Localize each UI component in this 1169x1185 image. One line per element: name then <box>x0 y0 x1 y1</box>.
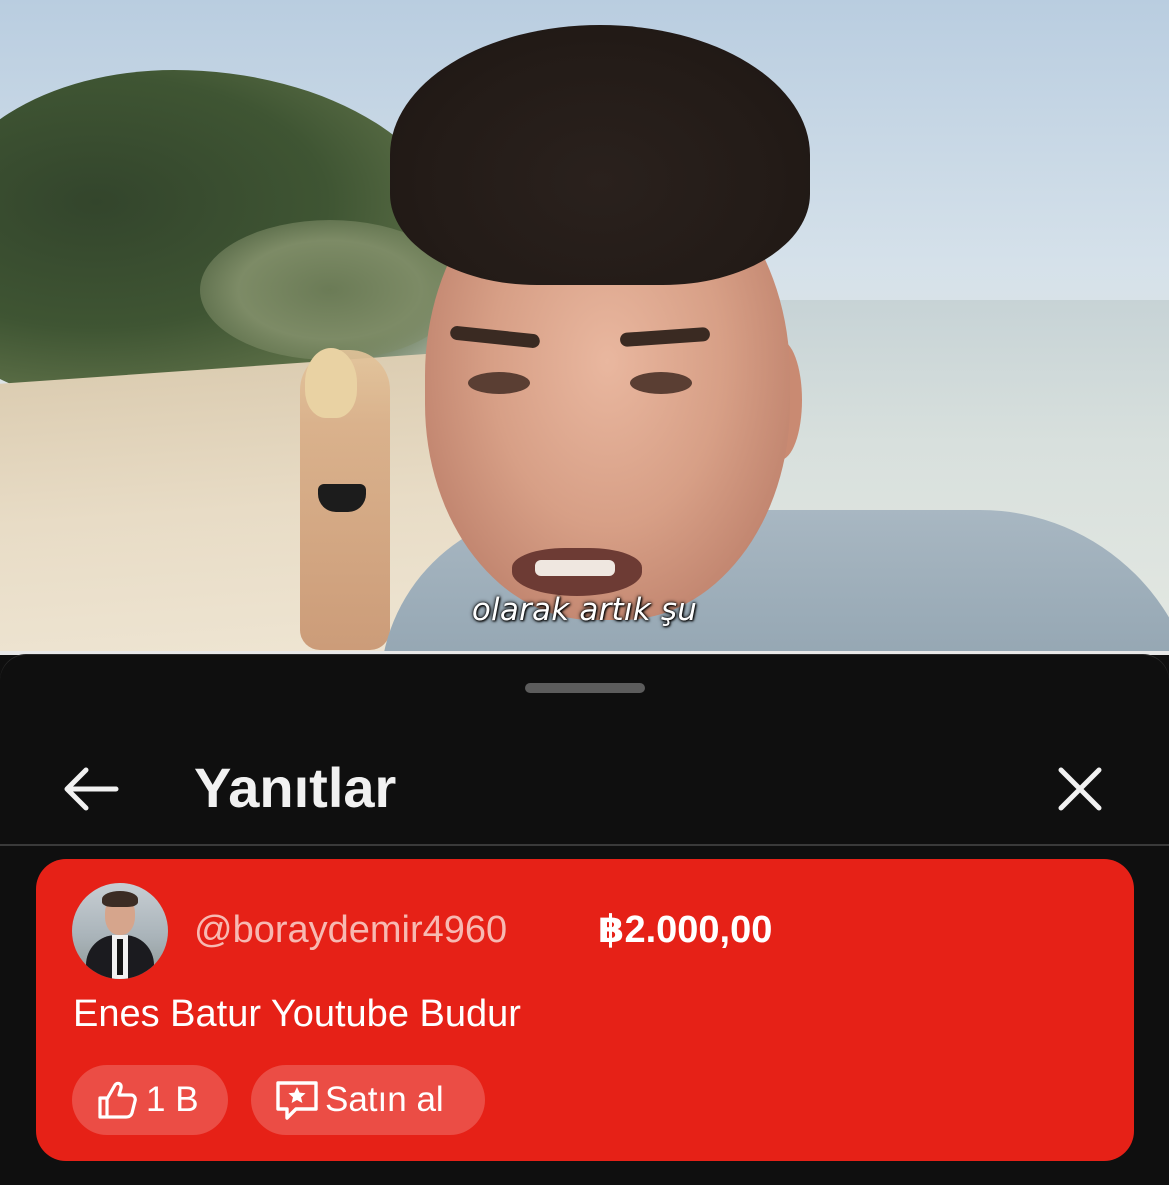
arrow-left-icon <box>64 767 119 811</box>
thumbs-up-icon <box>94 1077 140 1123</box>
like-button[interactable]: 1 B <box>72 1065 228 1135</box>
video-subtitle: olarak artık şu <box>471 592 698 628</box>
close-button[interactable] <box>1038 747 1122 831</box>
screen: olarak artık şu Yanıtlar @boraydemir4960… <box>0 0 1169 1185</box>
close-icon <box>1058 767 1102 811</box>
avatar[interactable] <box>72 883 168 979</box>
video-player[interactable]: olarak artık şu <box>0 0 1169 655</box>
sheet-header: Yanıtlar <box>0 735 1169 845</box>
sheet-title: Yanıtlar <box>194 756 397 819</box>
replies-sheet: Yanıtlar @boraydemir4960 ฿2.000,00 Enes … <box>0 655 1169 1185</box>
video-frame-eye-right <box>630 372 692 394</box>
super-chat-amount: ฿2.000,00 <box>598 909 773 951</box>
video-frame-hair <box>390 25 810 285</box>
super-chat-icon <box>273 1077 321 1123</box>
comment-author[interactable]: @boraydemir4960 <box>194 905 507 955</box>
header-divider <box>0 844 1169 846</box>
sheet-drag-handle[interactable] <box>525 683 645 693</box>
super-chat-comment: @boraydemir4960 ฿2.000,00 Enes Batur You… <box>36 859 1134 1161</box>
back-button[interactable] <box>48 747 132 831</box>
like-count: 1 B <box>146 1080 199 1119</box>
buy-super-chat-button[interactable]: Satın al <box>251 1065 485 1135</box>
buy-label: Satın al <box>325 1080 444 1119</box>
video-frame-teeth <box>535 560 615 576</box>
video-frame-eye-left <box>468 372 530 394</box>
comment-text: Enes Batur Youtube Budur <box>73 993 521 1035</box>
video-frame-person-swimwear <box>318 484 366 512</box>
video-frame-person-hair <box>305 348 357 418</box>
